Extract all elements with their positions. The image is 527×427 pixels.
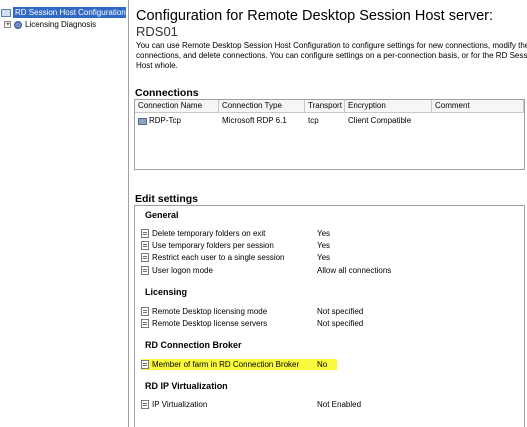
- connection-row[interactable]: RDP-Tcp Microsoft RDP 6.1 tcp Client Com…: [135, 115, 524, 127]
- setting-value: Allow all connections: [317, 266, 392, 275]
- setting-label: User logon mode: [152, 266, 213, 275]
- setting-value: Yes: [317, 253, 331, 262]
- cell-transport: tcp: [308, 116, 319, 125]
- setting-licensing-mode[interactable]: Remote Desktop licensing mode: [141, 306, 341, 317]
- setting-value: Yes: [317, 241, 331, 250]
- settings-property-icon: [141, 400, 149, 409]
- settings-property-icon: [141, 241, 149, 250]
- tree-item-label: Licensing Diagnosis: [25, 20, 97, 29]
- setting-use-temp-folders[interactable]: Use temporary folders per session: [141, 240, 341, 251]
- group-title-general: General: [145, 210, 179, 220]
- cell-comment: [432, 115, 524, 127]
- settings-property-icon: [141, 307, 149, 316]
- connection-icon: [138, 117, 147, 125]
- column-header-comment[interactable]: Comment: [432, 100, 524, 112]
- description-text: You can use Remote Desktop Session Host …: [136, 41, 527, 70]
- expand-icon[interactable]: +: [4, 21, 11, 28]
- settings-property-icon: [141, 266, 149, 275]
- setting-restrict-single-session[interactable]: Restrict each user to a single session: [141, 252, 341, 263]
- column-header-encryption[interactable]: Encryption: [345, 100, 432, 112]
- details-pane: Configuration for Remote Desktop Session…: [130, 0, 527, 427]
- tree-item-licensing-diagnosis[interactable]: + Licensing Diagnosis: [4, 19, 96, 30]
- setting-value: Yes: [317, 229, 331, 238]
- setting-label: Remote Desktop license servers: [152, 319, 268, 328]
- setting-label: Remote Desktop licensing mode: [152, 307, 268, 316]
- connections-list[interactable]: Connection Name Connection Type Transpor…: [134, 99, 525, 170]
- group-title-ip-virtualization: RD IP Virtualization: [145, 381, 228, 391]
- connections-header-row: Connection Name Connection Type Transpor…: [135, 100, 524, 113]
- settings-property-icon: [141, 229, 149, 238]
- setting-label: Member of farm in RD Connection Broker: [152, 360, 300, 369]
- server-name: RDS01: [136, 24, 178, 39]
- navigation-tree: RD Session Host Configuration: + Licensi…: [0, 0, 129, 427]
- connection-name-text: RDP-Tcp: [149, 116, 182, 125]
- setting-value: Not specified: [317, 307, 364, 316]
- setting-value: No: [317, 359, 338, 370]
- setting-label: Restrict each user to a single session: [152, 253, 285, 262]
- setting-value: Not specified: [317, 319, 364, 328]
- cell-encryption: Client Compatible: [348, 116, 412, 125]
- cell-connection-name: RDP-Tcp: [135, 115, 219, 127]
- group-title-licensing: Licensing: [145, 287, 188, 297]
- column-header-connection-type[interactable]: Connection Type: [219, 100, 305, 112]
- edit-settings-heading: Edit settings: [135, 193, 199, 205]
- setting-label: IP Virtualization: [152, 400, 208, 409]
- setting-member-of-farm[interactable]: Member of farm in RD Connection Broker: [141, 359, 333, 370]
- diagnosis-icon: [14, 20, 22, 29]
- server-config-icon: [1, 8, 11, 17]
- column-header-transport[interactable]: Transport: [305, 100, 345, 112]
- connections-heading: Connections: [135, 87, 199, 99]
- setting-delete-temp-folders[interactable]: Delete temporary folders on exit: [141, 228, 341, 239]
- column-header-connection-name[interactable]: Connection Name: [135, 100, 219, 112]
- group-title-connection-broker: RD Connection Broker: [145, 340, 242, 350]
- edit-settings-list: General Delete temporary folders on exit…: [134, 205, 525, 427]
- settings-property-icon: [141, 319, 149, 328]
- setting-label: Use temporary folders per session: [152, 241, 274, 250]
- tree-item-rd-session-host[interactable]: RD Session Host Configuration:: [1, 7, 126, 18]
- setting-user-logon-mode[interactable]: User logon mode: [141, 265, 341, 276]
- tree-item-label: RD Session Host Configuration:: [13, 7, 126, 18]
- setting-value: Not Enabled: [317, 400, 362, 409]
- setting-ip-virtualization[interactable]: IP Virtualization: [141, 399, 341, 410]
- settings-property-icon: [141, 360, 149, 369]
- settings-property-icon: [141, 253, 149, 262]
- setting-label: Delete temporary folders on exit: [152, 229, 266, 238]
- setting-license-servers[interactable]: Remote Desktop license servers: [141, 318, 341, 329]
- cell-connection-type: Microsoft RDP 6.1: [222, 116, 287, 125]
- page-title: Configuration for Remote Desktop Session…: [136, 8, 494, 24]
